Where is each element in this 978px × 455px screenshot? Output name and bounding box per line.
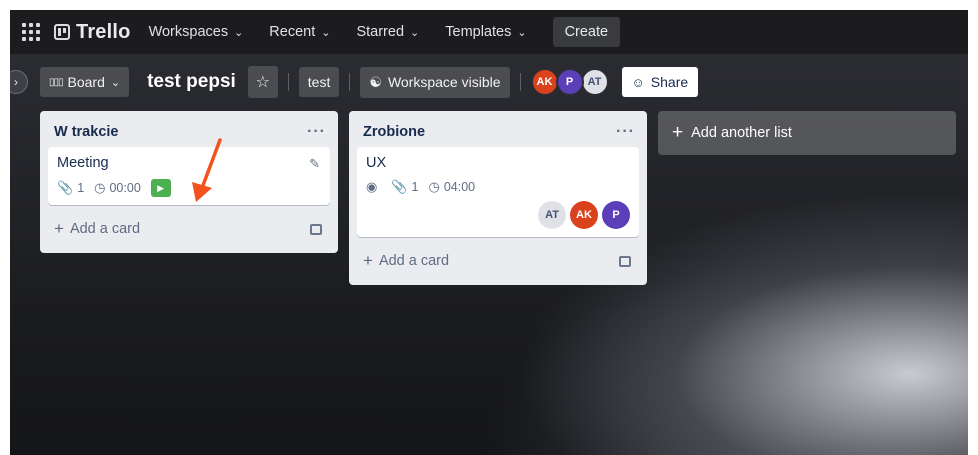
board-header: › ▯▯▯ Board ⌄ test pepsi ☆ test ☯ Worksp… <box>10 54 968 110</box>
attachment-badge: 📎 1 <box>391 179 418 195</box>
nav-templates[interactable]: Templates ⌄ <box>445 24 526 40</box>
people-icon: ☯ <box>369 73 382 90</box>
add-card-button[interactable]: + Add a card <box>357 245 639 277</box>
timer-badge: ◷ 04:00 <box>428 179 475 195</box>
board-members: AK P AT <box>530 68 609 96</box>
card-meeting[interactable]: Meeting ✎ 📎 1 ◷ 00:00 ▶ <box>48 147 330 205</box>
plus-icon: + <box>672 122 684 143</box>
clock-check-icon: ◷ <box>428 179 440 194</box>
chevron-down-icon: ⌄ <box>234 26 244 39</box>
list-title: W trakcie <box>54 124 119 140</box>
attachment-count: 1 <box>411 180 419 194</box>
list-header[interactable]: W trakcie ··· <box>48 117 330 147</box>
attachment-count: 1 <box>77 181 85 195</box>
nav-workspaces[interactable]: Workspaces ⌄ <box>149 24 244 40</box>
add-card-button[interactable]: + Add a card <box>48 213 330 245</box>
share-label: Share <box>650 74 689 90</box>
header-divider <box>519 73 521 91</box>
paperclip-icon: 📎 <box>57 180 74 195</box>
trello-logo[interactable]: Trello <box>54 21 131 44</box>
card-members: AT AK P <box>366 201 630 229</box>
create-button[interactable]: Create <box>552 17 621 47</box>
more-icon[interactable]: ··· <box>616 123 635 141</box>
visibility-label: Workspace visible <box>387 74 501 90</box>
board-view-switcher[interactable]: ▯▯▯ Board ⌄ <box>40 67 130 97</box>
logo-text: Trello <box>76 20 131 43</box>
card-badges: 📎 1 ◷ 00:00 ▶ <box>57 179 321 197</box>
board-view-label: Board <box>67 74 105 90</box>
avatar[interactable]: AT <box>538 201 566 229</box>
trello-logo-icon <box>54 24 70 40</box>
nav-recent-label: Recent <box>269 24 316 40</box>
app-switcher-icon[interactable] <box>20 21 42 43</box>
card-template-icon[interactable] <box>619 255 631 267</box>
app-frame: Trello Workspaces ⌄ Recent ⌄ Starred ⌄ T… <box>10 10 968 455</box>
eye-icon: ◉ <box>366 179 378 194</box>
avatar[interactable]: AK <box>570 201 598 229</box>
list-header[interactable]: Zrobione ··· <box>357 117 639 147</box>
board-title[interactable]: test pepsi <box>147 71 236 93</box>
workspace-button[interactable]: test <box>298 67 340 97</box>
play-icon[interactable]: ▶ <box>150 179 171 197</box>
add-list-label: Add another list <box>691 125 792 141</box>
attachment-badge: 📎 1 <box>57 180 84 196</box>
plus-icon: + <box>54 219 64 238</box>
add-card-label: Add a card <box>69 221 141 237</box>
plus-icon: + <box>363 251 373 270</box>
add-card-label: Add a card <box>378 253 450 269</box>
nav-starred[interactable]: Starred ⌄ <box>356 24 419 40</box>
clock-check-icon: ◷ <box>94 180 106 195</box>
add-person-icon: ☺ <box>631 74 645 90</box>
header-divider <box>349 73 351 91</box>
watching-badge: ◉ <box>366 179 381 195</box>
pencil-icon[interactable]: ✎ <box>309 156 320 172</box>
timer-value: 04:00 <box>443 180 476 194</box>
visibility-button[interactable]: ☯ Workspace visible <box>360 66 510 98</box>
card-badges: ◉ 📎 1 ◷ 04:00 <box>366 179 630 195</box>
annotation-arrow-icon <box>192 138 222 202</box>
list-zrobione: Zrobione ··· UX ◉ 📎 1 ◷ 04:00 AT AK P + … <box>349 111 647 285</box>
avatar[interactable]: AT <box>580 68 609 96</box>
more-icon[interactable]: ··· <box>307 123 326 141</box>
timer-value: 00:00 <box>109 181 141 195</box>
share-button[interactable]: ☺ Share <box>621 67 699 97</box>
nav-starred-label: Starred <box>356 24 405 40</box>
add-list-button[interactable]: + Add another list <box>658 111 956 155</box>
avatar[interactable]: P <box>555 68 584 96</box>
nav-workspaces-label: Workspaces <box>148 24 229 40</box>
nav-recent[interactable]: Recent ⌄ <box>269 24 330 40</box>
card-title: UX <box>366 155 387 171</box>
chevron-down-icon: ⌄ <box>410 26 420 39</box>
star-board-icon[interactable]: ☆ <box>247 66 278 98</box>
card-template-icon[interactable] <box>310 223 322 235</box>
header-divider <box>287 73 289 91</box>
expand-sidebar-icon[interactable]: › <box>10 70 28 94</box>
card-title: Meeting <box>57 155 109 171</box>
chevron-down-icon: ⌄ <box>110 76 121 89</box>
card-ux[interactable]: UX ◉ 📎 1 ◷ 04:00 AT AK P <box>357 147 639 237</box>
avatar[interactable]: P <box>602 201 630 229</box>
timer-badge: ◷ 00:00 <box>94 180 141 196</box>
chevron-down-icon: ⌄ <box>517 26 527 39</box>
top-nav: Trello Workspaces ⌄ Recent ⌄ Starred ⌄ T… <box>10 10 968 54</box>
board-view-icon: ▯▯▯ <box>49 76 63 88</box>
list-title: Zrobione <box>363 124 426 140</box>
avatar[interactable]: AK <box>530 68 559 96</box>
chevron-down-icon: ⌄ <box>321 26 331 39</box>
nav-templates-label: Templates <box>445 24 512 40</box>
paperclip-icon: 📎 <box>391 179 408 194</box>
list-w-trakcie: W trakcie ··· Meeting ✎ 📎 1 ◷ 00:00 ▶ + <box>40 111 338 253</box>
